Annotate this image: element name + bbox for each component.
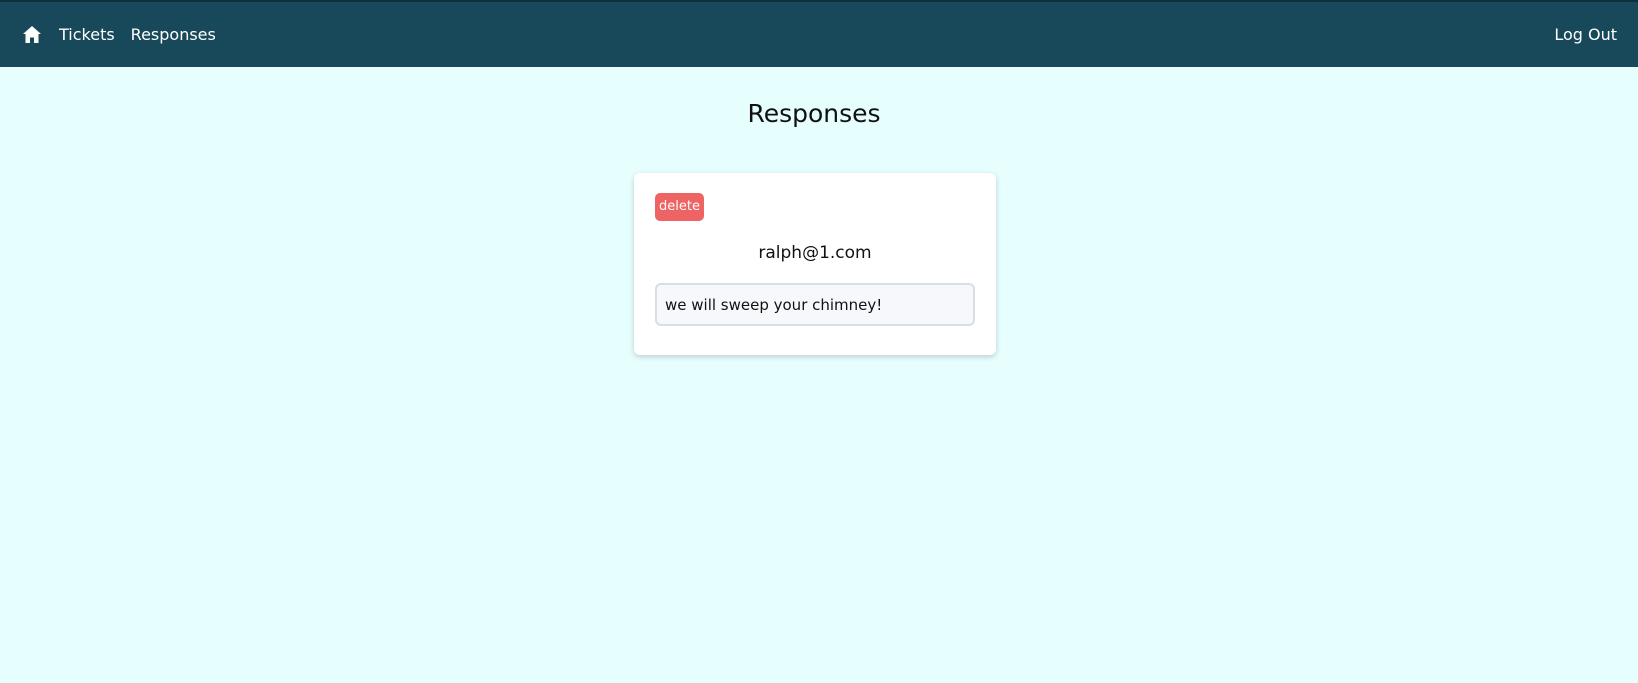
response-text-box: we will sweep your chimney!	[655, 283, 975, 326]
home-icon[interactable]	[21, 24, 43, 46]
delete-button[interactable]: delete	[655, 193, 704, 221]
nav-link-responses[interactable]: Responses	[131, 25, 216, 45]
top-navbar: Tickets Responses Log Out	[0, 0, 1638, 67]
response-card: delete ralph@1.com we will sweep your ch…	[634, 173, 996, 355]
nav-link-tickets[interactable]: Tickets	[59, 25, 115, 45]
logout-link[interactable]: Log Out	[1554, 25, 1617, 45]
response-text: we will sweep your chimney!	[665, 295, 883, 314]
page-title: Responses	[747, 99, 881, 128]
response-email: ralph@1.com	[758, 243, 872, 263]
